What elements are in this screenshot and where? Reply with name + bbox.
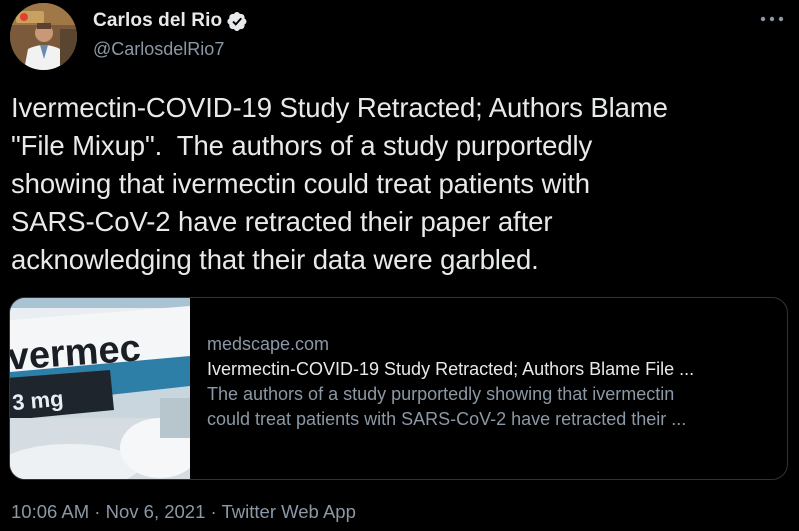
card-description-line-2: could treat patients with SARS-CoV-2 hav… bbox=[207, 409, 687, 429]
card-thumbnail: vermec 3 mg bbox=[10, 298, 190, 479]
card-title: Ivermectin-COVID-19 Study Retracted; Aut… bbox=[207, 359, 695, 379]
thumbnail-dose-text: 3 mg bbox=[11, 386, 64, 415]
meta-separator: · bbox=[205, 501, 222, 522]
verified-badge-icon bbox=[227, 11, 248, 32]
tweet-source: Twitter Web App bbox=[221, 501, 356, 522]
tweet: Carlos del Rio @CarlosdelRio7 Ivermectin… bbox=[0, 0, 799, 531]
author-info: Carlos del Rio @CarlosdelRio7 bbox=[93, 10, 248, 60]
display-name[interactable]: Carlos del Rio bbox=[93, 10, 222, 32]
avatar[interactable] bbox=[10, 3, 77, 70]
handle[interactable]: @CarlosdelRio7 bbox=[93, 39, 248, 60]
card-description-line-1: The authors of a study purportedly showi… bbox=[207, 384, 675, 404]
more-options-icon[interactable] bbox=[759, 12, 785, 26]
link-card[interactable]: vermec 3 mg medscape.com Ivermectin-COVI… bbox=[9, 297, 788, 480]
tweet-text: Ivermectin-COVID-19 Study Retracted; Aut… bbox=[11, 92, 668, 275]
card-body: medscape.com Ivermectin-COVID-19 Study R… bbox=[207, 332, 772, 432]
name-row: Carlos del Rio bbox=[93, 10, 248, 32]
card-domain: medscape.com bbox=[207, 334, 330, 354]
tweet-metadata: 10:06 AM · Nov 6, 2021 · Twitter Web App bbox=[11, 501, 356, 523]
tweet-date[interactable]: Nov 6, 2021 bbox=[106, 501, 206, 522]
tweet-time[interactable]: 10:06 AM bbox=[11, 501, 89, 522]
avatar-photo-icon bbox=[10, 3, 77, 70]
meta-separator: · bbox=[89, 501, 106, 522]
